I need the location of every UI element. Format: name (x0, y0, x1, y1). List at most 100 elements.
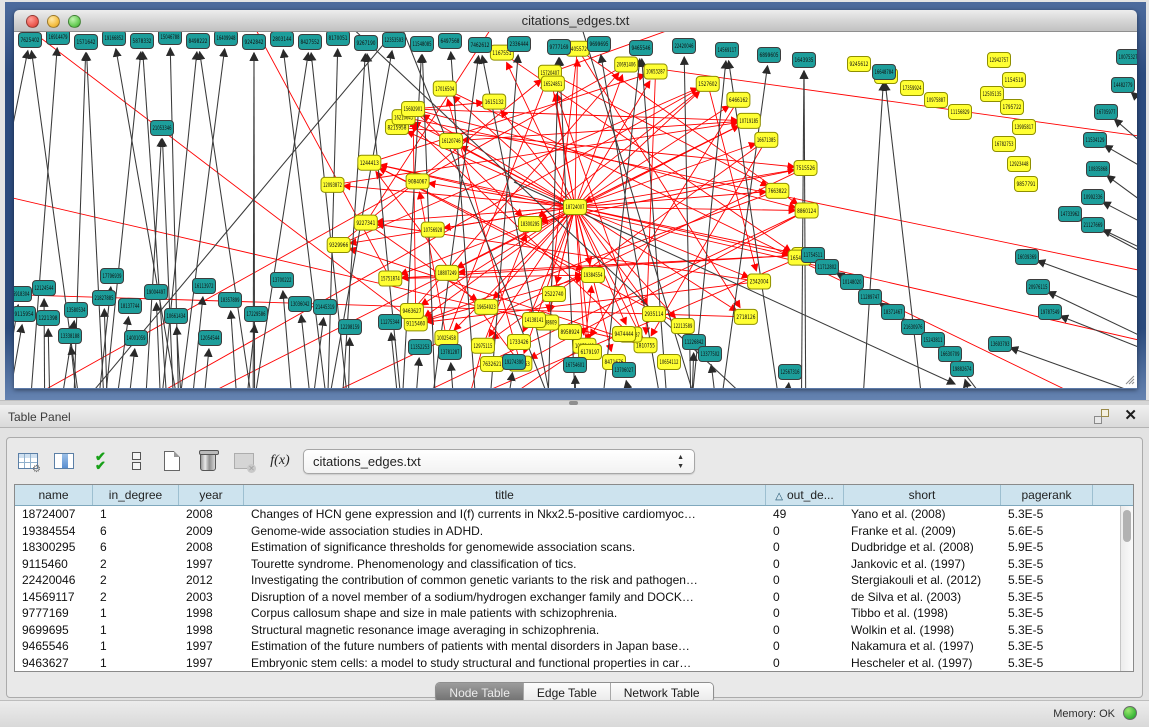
cell-out_degree[interactable]: 0 (766, 622, 844, 639)
graph-node[interactable]: 7462612 (469, 38, 492, 53)
graph-node[interactable]: 12353593 (383, 33, 406, 48)
table-row[interactable]: 977716911998Corpus callosum shape and si… (15, 605, 1133, 622)
graph-node[interactable]: 1643935 (793, 53, 816, 68)
graph-node[interactable]: 16648784 (873, 65, 896, 80)
graph-node[interactable]: 10975887 (925, 93, 948, 108)
graph-edge[interactable] (1103, 230, 1137, 271)
graph-node[interactable]: 10075327 (1117, 50, 1138, 65)
graph-node[interactable]: 14733962 (1059, 207, 1082, 222)
graph-node[interactable]: 2336444 (508, 37, 531, 52)
cell-year[interactable]: 2009 (179, 523, 244, 540)
column-header-out_degree[interactable]: △out_de... (766, 485, 844, 505)
table-row[interactable]: 1938455462009Genome-wide association stu… (15, 523, 1133, 540)
cell-title[interactable]: Investigating the contribution of common… (244, 572, 766, 589)
cell-title[interactable]: Estimation of significance thresholds fo… (244, 539, 766, 556)
cell-short[interactable]: Wolkin et al. (1998) (844, 622, 1001, 639)
cell-title[interactable]: Tourette syndrome. Phenomenology and cla… (244, 556, 766, 573)
graph-node[interactable]: 14138141 (523, 313, 546, 328)
graph-node[interactable]: 10719185 (737, 113, 760, 128)
graph-node[interactable]: 10148020 (841, 275, 864, 290)
graph-node[interactable]: 12505135 (981, 87, 1004, 102)
graph-node[interactable]: 21827885 (93, 291, 116, 306)
graph-node[interactable]: 9115954 (14, 307, 36, 322)
column-header-short[interactable]: short (844, 485, 1001, 505)
table-row[interactable]: 946554611997Estimation of the future num… (15, 638, 1133, 655)
table-row[interactable]: 911546021997Tourette syndrome. Phenomeno… (15, 556, 1133, 573)
graph-node[interactable]: 2718126 (734, 309, 757, 324)
graph-edge[interactable] (162, 139, 176, 388)
graph-node[interactable]: 18807249 (436, 265, 459, 280)
graph-node[interactable]: 10992336 (1082, 190, 1105, 205)
graph-edge[interactable] (729, 61, 788, 388)
graph-node[interactable]: 17796939 (101, 269, 124, 284)
graph-node[interactable]: 1615132 (483, 94, 506, 109)
graph-node[interactable]: 2522740 (543, 287, 566, 302)
graph-node[interactable]: 9857791 (1015, 177, 1038, 192)
graph-edge[interactable] (626, 381, 643, 388)
cell-year[interactable]: 1997 (179, 556, 244, 573)
graph-node[interactable]: 16782753 (993, 137, 1016, 152)
graph-node[interactable]: 7625402 (19, 33, 42, 48)
cell-out_degree[interactable]: 0 (766, 655, 844, 672)
graph-node[interactable]: 15046788 (159, 32, 182, 45)
cell-out_degree[interactable]: 0 (766, 589, 844, 606)
graph-node[interactable]: 10661434 (165, 309, 188, 324)
cell-out_degree[interactable]: 0 (766, 572, 844, 589)
graph-node[interactable]: 15751874 (379, 271, 402, 286)
graph-edge[interactable] (575, 91, 700, 207)
graph-edge[interactable] (590, 100, 738, 337)
graph-edge[interactable] (48, 329, 51, 388)
graph-node[interactable]: 14482779 (1112, 78, 1135, 93)
graph-edge[interactable] (170, 48, 180, 388)
graph-node[interactable]: 9329966 (327, 238, 350, 253)
graph-node[interactable]: 16630709 (939, 347, 962, 362)
cell-short[interactable]: Stergiakouli et al. (2012) (844, 572, 1001, 589)
graph-node[interactable]: 13693793 (989, 337, 1012, 352)
close-panel-icon[interactable]: ✕ (1124, 408, 1137, 424)
graph-node[interactable]: 1527602 (696, 76, 719, 91)
cell-pagerank[interactable]: 5.3E-5 (1001, 605, 1093, 622)
cell-title[interactable]: Disruption of a novel member of a sodium… (244, 589, 766, 606)
column-header-pagerank[interactable]: pagerank (1001, 485, 1093, 505)
graph-edge[interactable] (1114, 119, 1137, 183)
column-header-title[interactable]: title (244, 485, 766, 505)
graph-edge[interactable] (301, 315, 317, 388)
graph-edge[interactable] (254, 53, 255, 388)
cell-in_degree[interactable]: 6 (93, 539, 179, 556)
graph-node[interactable]: 8498222 (187, 34, 210, 49)
cell-in_degree[interactable]: 1 (93, 655, 179, 672)
graph-node[interactable]: 11534129 (1084, 133, 1107, 148)
graph-node[interactable]: 1154519 (1003, 73, 1026, 88)
graph-node[interactable]: 18137744 (119, 299, 142, 314)
graph-edge[interactable] (154, 52, 197, 388)
graph-node[interactable]: 19787549 (1039, 305, 1062, 320)
graph-edge[interactable] (575, 207, 796, 210)
cell-out_degree[interactable]: 0 (766, 539, 844, 556)
graph-node[interactable]: 9777169 (548, 40, 571, 55)
cell-name[interactable]: 14569117 (15, 589, 93, 606)
graph-node[interactable]: 1733426 (508, 335, 531, 350)
graph-node[interactable]: 5878332 (131, 34, 154, 49)
graph-node[interactable]: 19882674 (951, 362, 974, 377)
graph-edge[interactable] (458, 255, 803, 272)
cell-pagerank[interactable]: 5.9E-5 (1001, 539, 1093, 556)
table-row[interactable]: 1830029562008Estimation of significance … (15, 539, 1133, 556)
graph-edge[interactable] (575, 376, 577, 388)
graph-node[interactable]: 1221398 (37, 311, 60, 326)
cell-title[interactable]: Corpus callosum shape and size in male p… (244, 605, 766, 622)
network-canvas[interactable]: 2405572206914061065328715276026466162107… (14, 32, 1137, 388)
graph-node[interactable]: 19004497 (145, 285, 168, 300)
graph-edge[interactable] (1060, 316, 1137, 367)
cell-year[interactable]: 2008 (179, 539, 244, 556)
graph-node[interactable]: 11289747 (859, 290, 882, 305)
graph-node[interactable]: 8958924 (559, 325, 582, 340)
cell-in_degree[interactable]: 1 (93, 638, 179, 655)
graph-node[interactable]: 13580534 (65, 303, 88, 318)
graph-node[interactable]: 20976115 (1027, 280, 1050, 295)
graph-node[interactable]: 10654112 (658, 355, 681, 370)
cell-title[interactable]: Changes of HCN gene expression and I(f) … (244, 506, 766, 523)
graph-node[interactable]: 13781287 (439, 345, 462, 360)
graph-node[interactable]: 12942757 (988, 53, 1011, 68)
cell-name[interactable]: 18724007 (15, 506, 93, 523)
cell-pagerank[interactable]: 5.3E-5 (1001, 622, 1093, 639)
